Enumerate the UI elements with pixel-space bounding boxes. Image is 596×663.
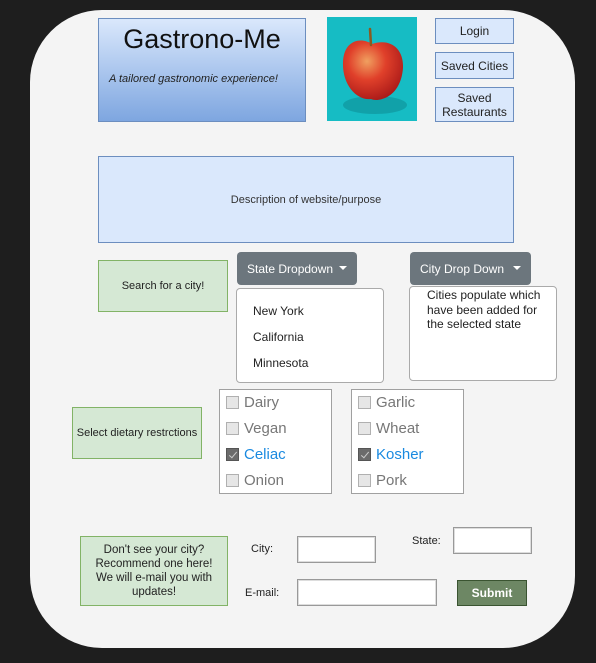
checkbox-dairy[interactable]: Dairy xyxy=(226,394,279,411)
checkbox-checked-icon[interactable] xyxy=(358,448,371,461)
checkbox-kosher[interactable]: Kosher xyxy=(358,446,424,463)
checkbox-checked-icon[interactable] xyxy=(226,448,239,461)
state-dropdown-button[interactable]: State Dropdown xyxy=(237,252,357,285)
state-input[interactable] xyxy=(453,527,532,554)
email-label: E-mail: xyxy=(245,587,280,599)
saved-cities-button[interactable]: Saved Cities xyxy=(435,52,514,79)
city-dropdown-menu: Cities populate which have been added fo… xyxy=(409,286,557,381)
tagline: A tailored gastronomic experience! xyxy=(109,73,278,85)
checkbox-icon[interactable] xyxy=(358,474,371,487)
checkbox-onion[interactable]: Onion xyxy=(226,472,284,489)
search-city-prompt: Search for a city! xyxy=(98,260,228,312)
state-dropdown-menu: New York California Minnesota xyxy=(236,288,384,383)
app-title: Gastrono-Me xyxy=(123,24,281,54)
submit-button[interactable]: Submit xyxy=(457,580,527,606)
checkbox-celiac[interactable]: Celiac xyxy=(226,446,286,463)
checkbox-icon[interactable] xyxy=(358,396,371,409)
checkbox-icon[interactable] xyxy=(358,422,371,435)
site-description: Description of website/purpose xyxy=(98,156,514,243)
saved-restaurants-button[interactable]: Saved Restaurants xyxy=(435,87,514,122)
dietary-prompt: Select dietary restrctions xyxy=(72,407,202,459)
dietary-group-1: Dairy Vegan Celiac Onion xyxy=(219,389,332,494)
apple-icon xyxy=(342,27,407,114)
checkbox-wheat[interactable]: Wheat xyxy=(358,420,419,437)
recommend-city-prompt: Don't see your city? Recommend one here!… xyxy=(80,536,228,606)
checkbox-label: Dairy xyxy=(244,394,280,411)
checkbox-icon[interactable] xyxy=(226,396,239,409)
state-option[interactable]: Minnesota xyxy=(253,356,308,370)
checkbox-vegan[interactable]: Vegan xyxy=(226,420,287,437)
caret-down-icon xyxy=(339,266,347,270)
login-button[interactable]: Login xyxy=(435,18,514,44)
state-label: State: xyxy=(412,535,441,547)
checkbox-label: Vegan xyxy=(244,420,287,437)
checkbox-icon[interactable] xyxy=(226,474,239,487)
checkbox-label: Celiac xyxy=(244,446,286,463)
checkbox-label: Kosher xyxy=(376,446,424,463)
state-dropdown-label: State Dropdown xyxy=(247,261,334,276)
checkbox-label: Pork xyxy=(376,472,407,489)
dietary-group-2: Garlic Wheat Kosher Pork xyxy=(351,389,464,494)
city-dropdown-label: City Drop Down xyxy=(420,261,505,276)
city-input[interactable] xyxy=(297,536,376,563)
city-dropdown-note: Cities populate which have been added fo… xyxy=(427,288,541,331)
checkbox-label: Wheat xyxy=(376,420,420,437)
checkbox-label: Garlic xyxy=(376,394,416,411)
apple-image xyxy=(327,17,417,121)
checkbox-garlic[interactable]: Garlic xyxy=(358,394,415,411)
state-option[interactable]: New York xyxy=(253,304,304,318)
checkbox-label: Onion xyxy=(244,472,285,489)
city-dropdown-button[interactable]: City Drop Down xyxy=(410,252,531,285)
email-input[interactable] xyxy=(297,579,437,606)
city-label: City: xyxy=(251,543,273,555)
header-banner: Gastrono-Me A tailored gastronomic exper… xyxy=(98,18,306,122)
checkbox-icon[interactable] xyxy=(226,422,239,435)
state-option[interactable]: California xyxy=(253,330,304,344)
checkbox-pork[interactable]: Pork xyxy=(358,472,407,489)
caret-down-icon xyxy=(513,266,521,270)
